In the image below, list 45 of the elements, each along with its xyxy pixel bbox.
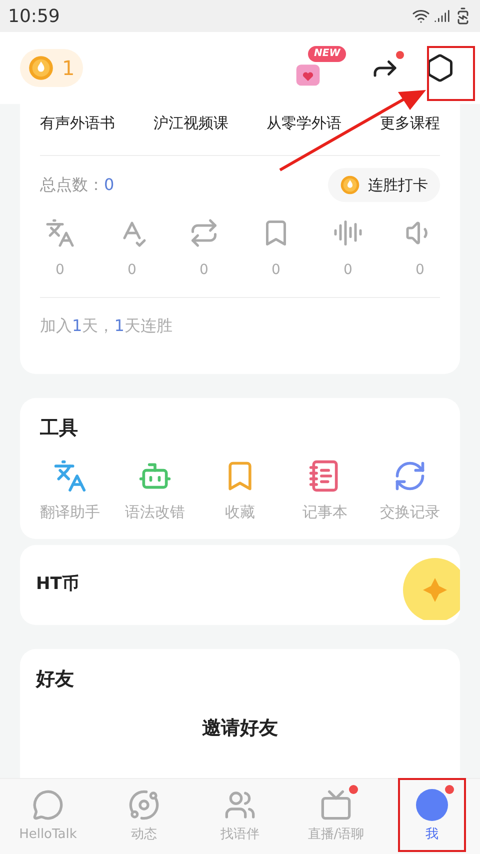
coin-pill[interactable]: 1 [20, 49, 83, 87]
friends-title: 好友 [36, 667, 75, 692]
ht-coin-title: HT币 [36, 573, 79, 596]
course-link[interactable]: 有声外语书 [40, 112, 115, 134]
nav-tab[interactable]: 找语伴 [196, 788, 284, 844]
checkin-button[interactable]: 连胜打卡 [328, 168, 440, 202]
audio-text-icon [333, 218, 363, 248]
people-icon [224, 788, 256, 821]
coin-icon [340, 174, 360, 195]
tool-item[interactable]: 收藏 [202, 458, 278, 523]
course-link[interactable]: 沪江视频课 [153, 112, 228, 134]
course-link[interactable]: 更多课程 [380, 112, 440, 134]
tool-item[interactable]: 记事本 [287, 458, 363, 523]
stat-count: 0 [56, 261, 64, 280]
highlight-box [427, 46, 475, 101]
invite-friends-heading: 邀请好友 [202, 716, 278, 740]
total-points: 总点数：0 [40, 174, 114, 196]
wifi-icon [412, 7, 430, 25]
stat-count: 0 [272, 261, 280, 280]
streak-summary: 加入1天，1天连胜 [40, 315, 174, 337]
tv-icon [320, 788, 352, 821]
tool-item[interactable]: 语法改错 [117, 458, 193, 523]
gift-calendar-button[interactable]: NEW [294, 44, 350, 92]
stat-count: 0 [200, 261, 208, 280]
coin-icon [28, 55, 54, 81]
repeat-icon [189, 218, 219, 248]
new-badge: NEW [308, 46, 346, 62]
stat-count: 0 [416, 261, 424, 280]
nav-tab[interactable]: 动态 [100, 788, 188, 844]
translate-icon [45, 218, 75, 248]
tool-item[interactable]: 交换记录 [372, 458, 448, 523]
course-link[interactable]: 从零学外语 [266, 112, 342, 134]
chat-bubble-icon [32, 788, 64, 821]
nav-tab[interactable]: HelloTalk [4, 788, 92, 844]
signal-icon [434, 8, 450, 24]
planet-icon [128, 788, 160, 821]
stat-count: 0 [344, 261, 352, 280]
tools-title: 工具 [39, 416, 79, 441]
nav-tab[interactable]: 我 [388, 788, 476, 844]
avatar-icon [416, 788, 448, 821]
stat-count: 0 [128, 261, 136, 280]
ht-coin-card[interactable]: HT币 [20, 545, 460, 625]
nav-tab[interactable]: 直播/语聊 [292, 788, 380, 844]
status-time: 10:59 [8, 4, 60, 28]
tool-item[interactable]: 翻译助手 [32, 458, 108, 523]
